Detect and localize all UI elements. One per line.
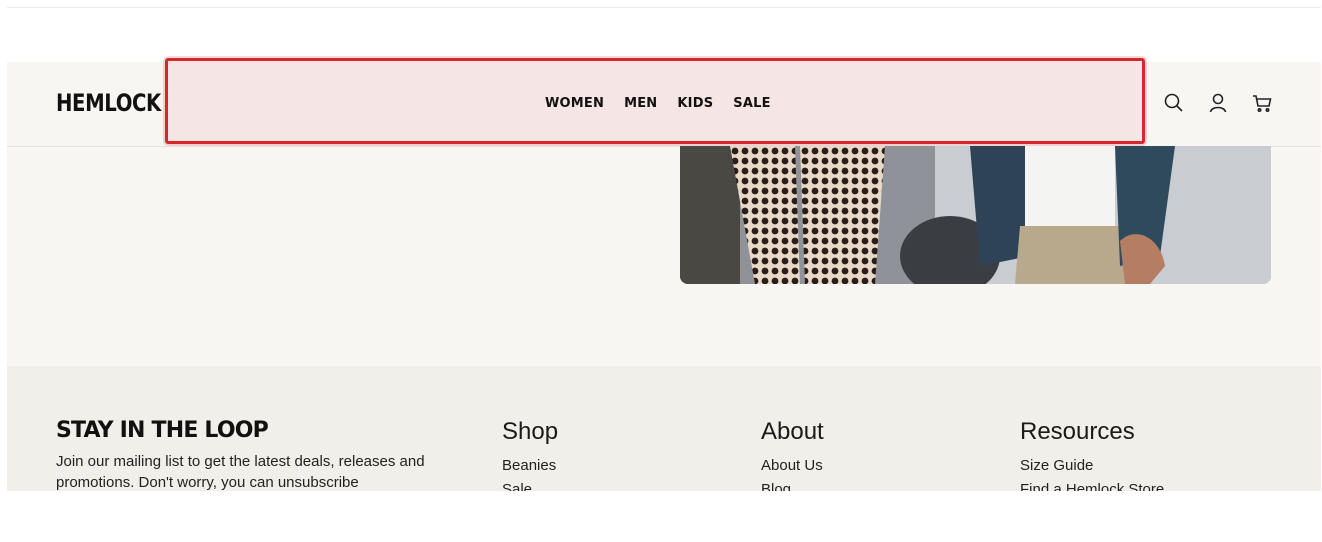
site-header: HEMLOCK WOMEN MEN KIDS SALE <box>7 58 1321 147</box>
hero-image <box>680 146 1271 284</box>
nav-sale[interactable]: SALE <box>733 96 770 111</box>
newsletter-text: Join our mailing list to get the latest … <box>56 453 425 491</box>
site-footer: STAY IN THE LOOP Join our mailing list t… <box>7 366 1321 491</box>
footer-col-resources: Resources Size Guide Find a Hemlock Stor… <box>1020 418 1164 491</box>
browser-viewport: HEMLOCK WOMEN MEN KIDS SALE STAY IN THE … <box>7 7 1321 491</box>
brand-logo[interactable]: HEMLOCK <box>56 89 161 117</box>
nav-kids[interactable]: KIDS <box>677 96 713 111</box>
footer-link-size-guide[interactable]: Size Guide <box>1020 454 1164 478</box>
footer-link-beanies[interactable]: Beanies <box>502 454 558 478</box>
footer-link-blog[interactable]: Blog <box>761 478 824 491</box>
search-icon[interactable] <box>1163 92 1185 114</box>
newsletter-title: STAY IN THE LOOP <box>56 418 269 443</box>
header-icons <box>1163 92 1273 114</box>
footer-col-title: About <box>761 418 824 445</box>
footer-col-title: Resources <box>1020 418 1135 445</box>
footer-col-about: About About Us Blog <box>761 418 824 491</box>
cart-icon[interactable] <box>1251 92 1273 114</box>
nav-women[interactable]: WOMEN <box>545 96 604 111</box>
nav-men[interactable]: MEN <box>624 96 657 111</box>
newsletter-block: STAY IN THE LOOP Join our mailing list t… <box>56 418 456 491</box>
footer-link-find-store[interactable]: Find a Hemlock Store <box>1020 478 1164 491</box>
main-nav: WOMEN MEN KIDS SALE <box>545 96 771 111</box>
footer-col-title: Shop <box>502 418 559 445</box>
footer-col-shop: Shop Beanies Sale <box>502 418 558 491</box>
footer-link-about-us[interactable]: About Us <box>761 454 824 478</box>
account-icon[interactable] <box>1207 92 1229 114</box>
footer-link-sale[interactable]: Sale <box>502 478 558 491</box>
top-strip <box>7 8 1321 62</box>
